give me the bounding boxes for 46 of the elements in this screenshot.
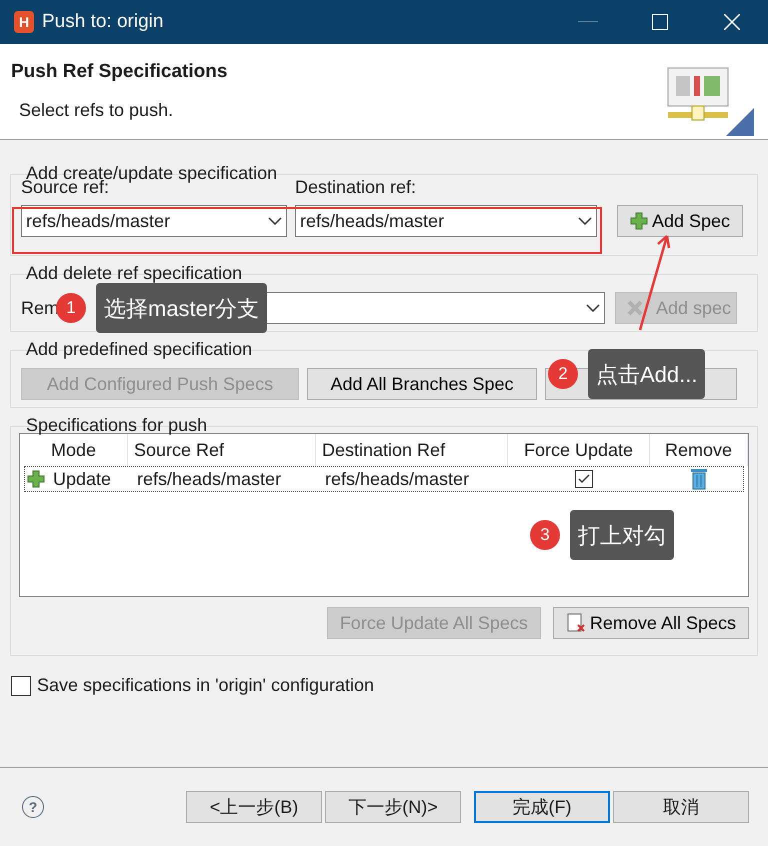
document-remove-icon — [566, 613, 586, 633]
caret-icon — [578, 217, 592, 225]
app-logo-icon: H — [14, 11, 34, 33]
help-button[interactable]: ? — [22, 796, 44, 818]
group-title: Add predefined specification — [25, 338, 254, 360]
step-number-tooltip: 2 — [548, 359, 578, 389]
caret-icon — [268, 217, 282, 225]
page-title: Push Ref Specifications — [11, 60, 228, 84]
column-header[interactable]: Destination Ref — [316, 434, 508, 466]
column-header[interactable]: Source Ref — [128, 434, 316, 466]
column-header[interactable]: Force Update — [508, 434, 650, 466]
remove-all-specs-button[interactable]: Remove All Specs — [552, 607, 749, 639]
column-header[interactable]: Mode — [20, 434, 128, 466]
cross-icon — [626, 299, 644, 317]
save-checkbox[interactable] — [11, 676, 31, 696]
plus-icon — [630, 212, 648, 230]
minimize-icon[interactable] — [578, 21, 598, 23]
window-title: Push to: origin — [42, 10, 164, 34]
save-checkbox-label: Save specifications in 'origin' configuration — [37, 674, 374, 697]
column-header[interactable]: Remove — [650, 434, 748, 466]
annotation-tooltip: 点击Add... — [588, 349, 706, 399]
table-cell-text: refs/heads/master — [136, 468, 282, 490]
table-cell: Update — [25, 467, 133, 491]
wizard-button[interactable]: 下一步(N)> — [325, 791, 461, 823]
annotation-tooltip: 选择master分支 — [96, 283, 268, 333]
wizard-button[interactable]: 取消 — [613, 791, 749, 823]
wizard-button[interactable]: <上一步(B) — [186, 791, 322, 823]
checkmark-icon — [578, 474, 590, 484]
table-cell-text: refs/heads/master — [324, 468, 470, 490]
trash-icon[interactable] — [690, 468, 708, 490]
group-title: Add delete ref specification — [25, 262, 244, 284]
predefined-spec-button[interactable]: Add All Branches Spec — [307, 368, 537, 400]
page-subtitle: Select refs to push. — [19, 98, 174, 122]
source-ref-dropdown[interactable]: refs/heads/master — [21, 205, 287, 237]
plus-icon — [27, 470, 45, 488]
add-spec-button[interactable]: Add Spec — [617, 205, 744, 237]
close-icon[interactable] — [724, 14, 740, 30]
wizard-button[interactable]: 完成(F) — [474, 791, 610, 823]
caret-icon — [586, 304, 600, 312]
annotation-tooltip: 打上对勾 — [570, 510, 674, 560]
group-title: Specifications for push — [25, 414, 208, 436]
step-number-tooltip: 1 — [56, 293, 86, 323]
destination-ref-dropdown[interactable]: refs/heads/master — [295, 205, 597, 237]
force-update-checkbox[interactable] — [575, 470, 593, 488]
maximize-icon[interactable] — [652, 14, 668, 30]
destination-ref-label: Destination ref: — [295, 177, 418, 197]
